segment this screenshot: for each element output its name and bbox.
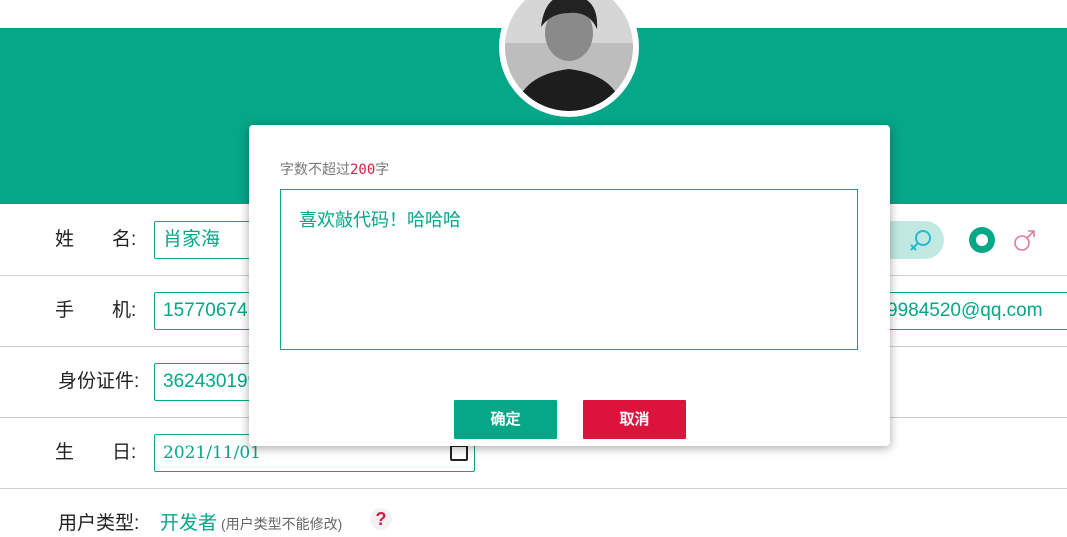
name-label: 姓 名: xyxy=(55,229,137,250)
confirm-button[interactable]: 确定 xyxy=(454,400,557,439)
calendar-icon[interactable] xyxy=(450,445,468,461)
male-radio[interactable] xyxy=(969,227,995,253)
male-symbol-icon[interactable] xyxy=(1011,226,1039,254)
usertype-value: 开发者 (用户类型不能修改) xyxy=(160,508,342,535)
person-photo-icon xyxy=(505,0,633,111)
avatar-photo xyxy=(505,0,633,111)
birthday-label: 生 日: xyxy=(55,442,137,463)
edit-bio-dialog: 字数不超过200字 喜欢敲代码！哈哈哈 确定 取消 xyxy=(249,125,890,446)
char-limit-hint: 字数不超过200字 xyxy=(280,159,389,179)
hint-suffix: 字 xyxy=(375,161,390,177)
hint-prefix: 字数不超过 xyxy=(280,161,350,177)
usertype-text: 开发者 xyxy=(160,513,218,534)
id-input[interactable]: 362430199 xyxy=(154,363,264,401)
id-label: 身份证件: xyxy=(58,371,140,392)
help-icon[interactable]: ? xyxy=(370,508,392,530)
email-input[interactable]: 9984520@qq.com xyxy=(880,292,1067,330)
phone-label: 手 机: xyxy=(55,300,137,321)
cancel-button[interactable]: 取消 xyxy=(583,400,686,439)
female-symbol-icon[interactable] xyxy=(908,227,934,253)
bio-textarea[interactable]: 喜欢敲代码！哈哈哈 xyxy=(280,189,858,350)
name-input[interactable]: 肖家海 xyxy=(154,221,264,259)
hint-number: 200 xyxy=(350,162,376,178)
usertype-label: 用户类型: xyxy=(58,513,140,534)
usertype-note: (用户类型不能修改) xyxy=(221,516,343,532)
phone-input[interactable]: 1577067418 xyxy=(154,292,264,330)
